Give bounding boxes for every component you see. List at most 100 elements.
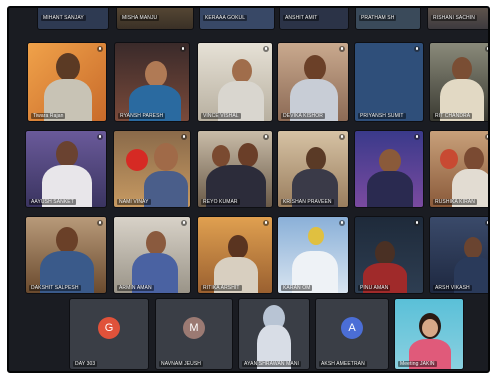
participant-tile[interactable]: MIHANT SANJAY [37, 8, 109, 30]
participant-tile[interactable]: REYO KUMAR [197, 130, 273, 208]
participant-tile[interactable]: PRIYANSH SUMIT [354, 42, 424, 122]
participant-name: Meeting JAKIN [398, 361, 437, 367]
mic-icon [181, 134, 187, 140]
participant-video [145, 61, 167, 87]
participant-name: RYANSH PARESH [118, 113, 166, 119]
participant-video [304, 55, 326, 81]
participant-video [56, 227, 78, 253]
participant-name: AKSH AMEETRAN [319, 361, 367, 367]
participant-name: NAMI VINAY [117, 199, 151, 205]
participant-tile[interactable]: RITIKA ARSHIT [197, 216, 273, 294]
participant-tile[interactable]: DAKSHIT SALPESH [25, 216, 107, 294]
participant-tile[interactable]: ANSHIT AMIT [279, 8, 349, 30]
mic-icon [97, 220, 103, 226]
participant-name: ARSH VIKASH [433, 285, 472, 291]
participant-name: DAKSHIT SALPESH [29, 285, 81, 291]
participant-video [228, 235, 248, 259]
participant-name: NAVNAM JEUSH [159, 361, 204, 367]
participant-tile[interactable]: AAYUSH SANKET [25, 130, 107, 208]
participant-video [238, 143, 258, 167]
participant-tile[interactable] [354, 130, 424, 208]
participant-video [379, 149, 401, 173]
participant-tile[interactable]: KRISHAN PRAVEEN [277, 130, 349, 208]
mic-icon [414, 220, 420, 226]
participant-tile[interactable]: PINU AMAN [354, 216, 424, 294]
participant-video [375, 241, 395, 265]
video-call-window: MIHANT SANJAY MISHA MANJU KERAAA GOKUL A… [7, 6, 490, 373]
participant-video [306, 147, 326, 171]
participant-name: RITIKA ARSHIT [201, 285, 242, 291]
participant-tile[interactable]: PRATHAM SH [355, 8, 421, 30]
participant-tile[interactable]: Meeting JAKIN [394, 298, 464, 370]
participant-video [308, 227, 324, 245]
participant-video [144, 171, 188, 207]
participant-tile[interactable]: ARMIN AMAN [113, 216, 191, 294]
participant-video [56, 53, 80, 81]
participant-tile[interactable]: M NAVNAM JEUSH [155, 298, 233, 370]
avatar: M [183, 317, 205, 339]
participant-name: AAYUSH SANKET [29, 199, 76, 205]
mic-icon [485, 134, 488, 140]
participant-video [56, 141, 78, 167]
mic-icon [485, 220, 488, 226]
participant-tile[interactable]: VINCE VISHAL [197, 42, 273, 122]
participant-name: MISHA MANJU [120, 15, 160, 21]
participant-tile[interactable]: ARSH VIKASH [429, 216, 488, 294]
mic-icon [414, 134, 420, 140]
participant-name: PRIYANSH SUMIT [358, 113, 406, 119]
mic-icon [339, 220, 345, 226]
participant-tile[interactable]: G DAY 303 [69, 298, 149, 370]
participant-tile[interactable]: RYANSH PARESH [114, 42, 190, 122]
mic-icon [263, 134, 269, 140]
participant-name: DEVIKA KISHOR [281, 113, 325, 119]
participant-tile[interactable]: NAMI VINAY [113, 130, 191, 208]
mic-icon [263, 46, 269, 52]
participant-video [126, 149, 148, 171]
participant-tile[interactable]: RIT CHANDRA [429, 42, 488, 122]
avatar: G [98, 317, 120, 339]
participant-video [422, 319, 438, 337]
participant-name: AYAN SHRAWAN MANI [242, 361, 302, 367]
participant-video [154, 143, 178, 171]
participant-video [440, 149, 458, 169]
participant-name: MIHANT SANJAY [41, 15, 86, 21]
participant-name: RIT CHANDRA [433, 113, 473, 119]
participant-name: PINU AMAN [358, 285, 391, 291]
mic-icon [97, 46, 103, 52]
participant-tile[interactable]: RISHANI SACHIN [427, 8, 488, 30]
participant-tile[interactable]: RUSHIKA KIRAN [429, 130, 488, 208]
participant-name: ANSHIT AMIT [283, 15, 320, 21]
participant-name: Tiwara Rajan [31, 113, 66, 119]
participant-name: KARAN OM [281, 285, 313, 291]
participant-tile[interactable]: MISHA MANJU [116, 8, 194, 30]
participant-tile[interactable]: A AKSH AMEETRAN [315, 298, 389, 370]
participant-video [464, 147, 484, 171]
participant-name: ARMIN AMAN [117, 285, 154, 291]
mic-icon [414, 46, 420, 52]
participant-name: PRATHAM SH [359, 15, 397, 21]
participant-name: VINCE VISHAL [201, 113, 241, 119]
participant-name: RUSHIKA KIRAN [433, 199, 477, 205]
participant-video [232, 59, 252, 83]
mic-icon [263, 220, 269, 226]
participant-name: REYO KUMAR [201, 199, 240, 205]
mic-icon [180, 46, 186, 52]
participant-tile[interactable]: Tiwara Rajan [27, 42, 107, 122]
mic-icon [339, 46, 345, 52]
participant-tile[interactable]: DEVIKA KISHOR [277, 42, 349, 122]
participant-tile[interactable]: AYAN SHRAWAN MANI [238, 298, 310, 370]
participant-name: RISHANI SACHIN [431, 15, 477, 21]
participant-tile[interactable]: KERAAA GOKUL [199, 8, 275, 30]
participant-name: DAY 303 [73, 361, 98, 367]
participant-video [146, 231, 166, 255]
mic-icon [339, 134, 345, 140]
participant-name: KERAAA GOKUL [203, 15, 248, 21]
mic-icon [181, 220, 187, 226]
participant-tile[interactable]: KARAN OM [277, 216, 349, 294]
mic-icon [97, 134, 103, 140]
participant-video [452, 57, 472, 81]
participant-name: KRISHAN PRAVEEN [281, 199, 334, 205]
participant-video [367, 171, 413, 207]
avatar: A [341, 317, 363, 339]
mic-icon [485, 46, 488, 52]
